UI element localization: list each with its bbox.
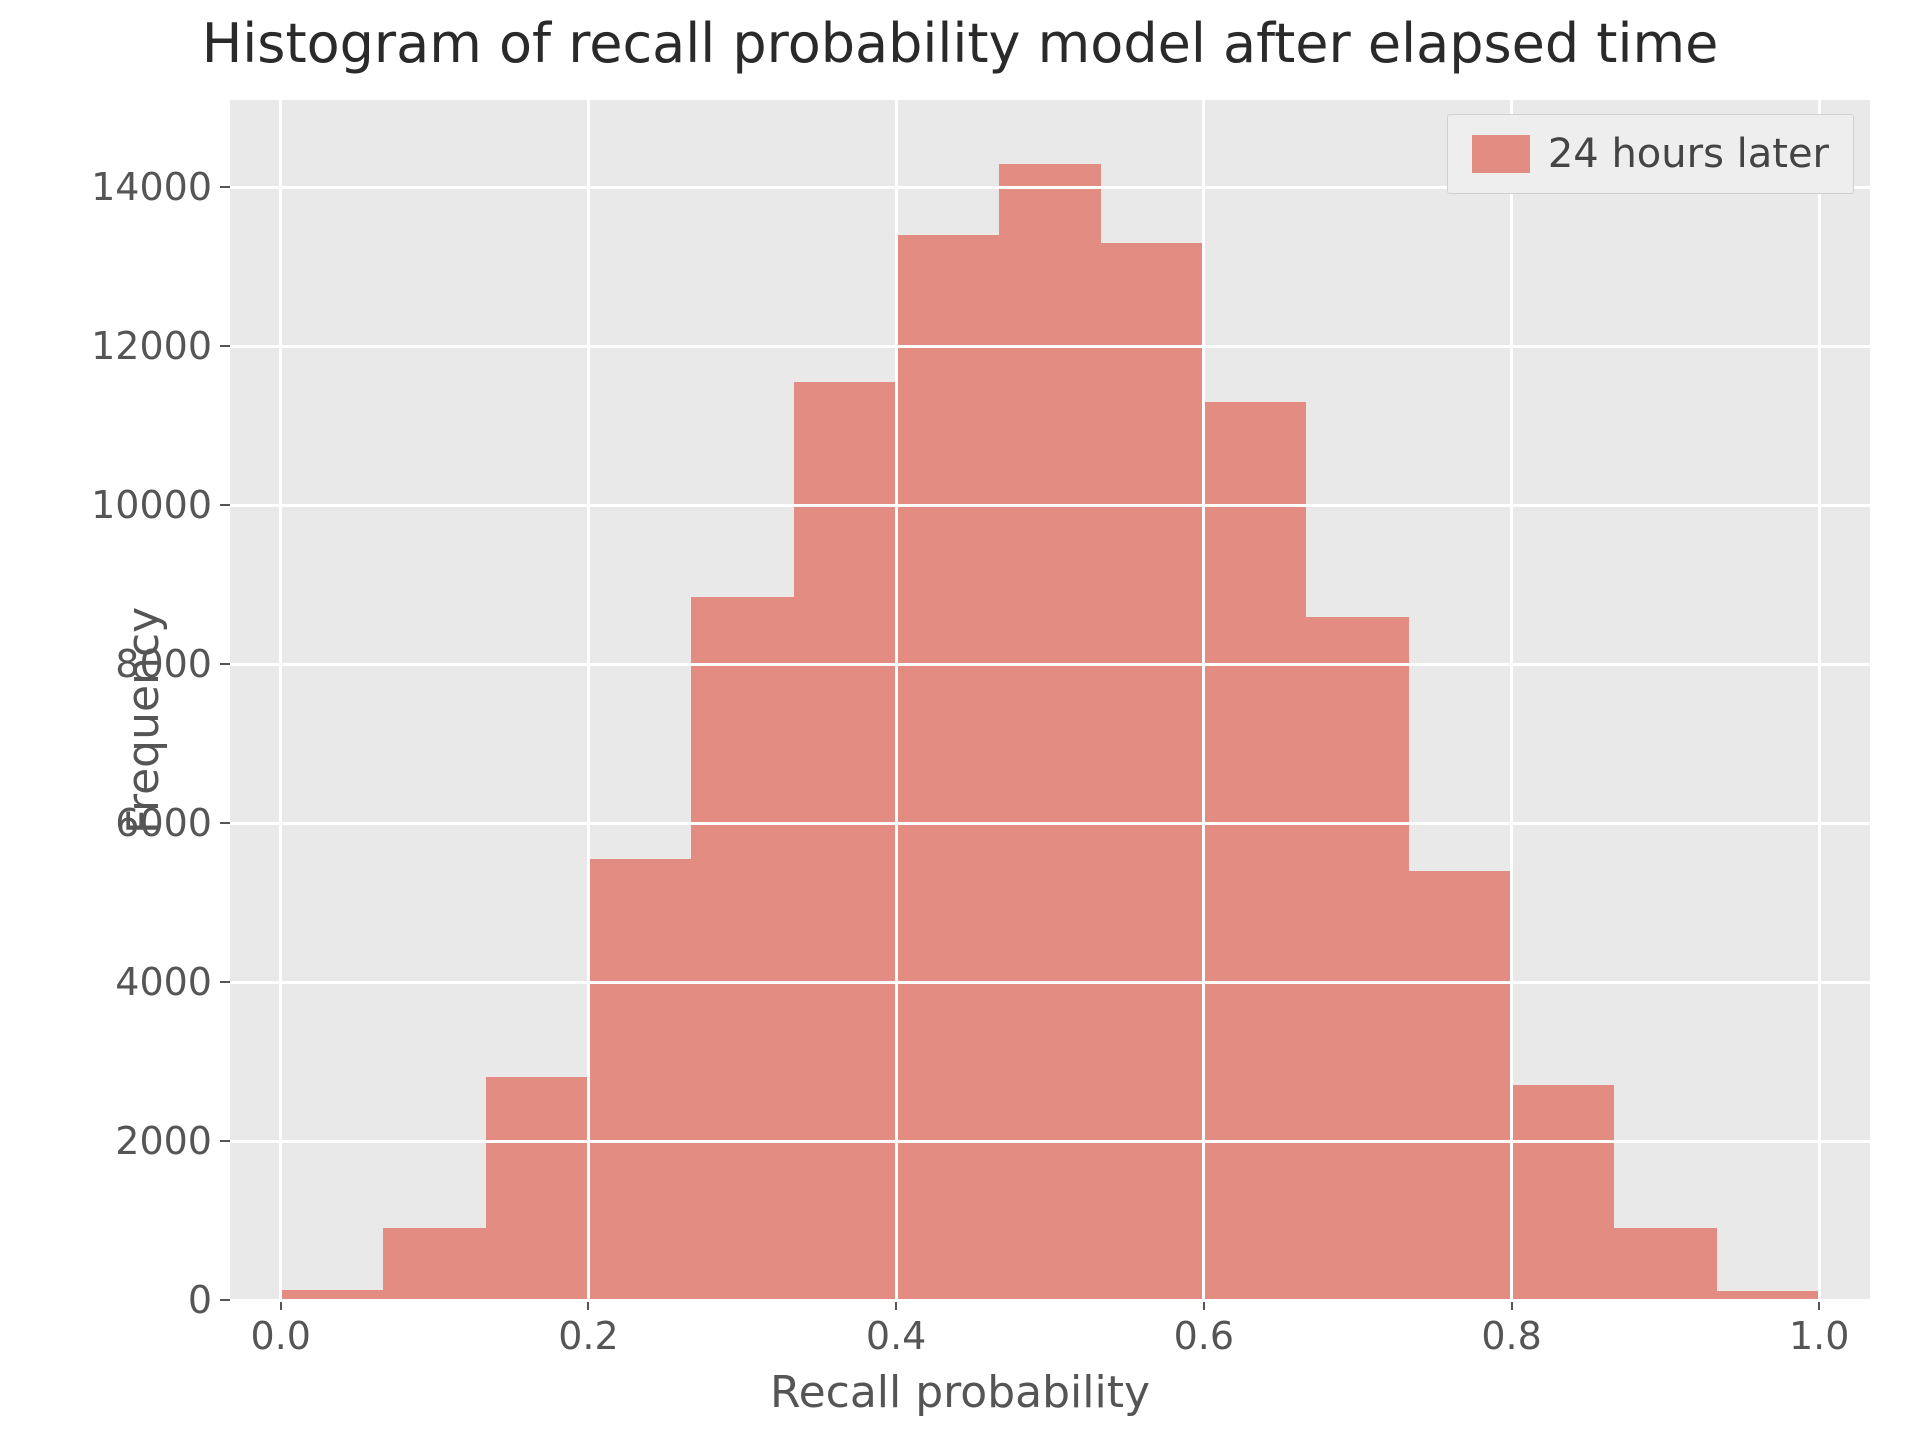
histogram-bar [1204,402,1307,1300]
gridline-vertical [1818,100,1821,1300]
y-tick-mark [220,1140,230,1142]
x-tick-label: 0.4 [866,1314,926,1358]
y-tick-label: 6000 [115,801,212,845]
histogram-bar [588,859,691,1300]
histogram-bar [999,164,1101,1300]
figure: Histogram of recall probability model af… [0,0,1920,1440]
legend-swatch [1472,135,1530,173]
x-tick-mark [1511,1300,1513,1310]
gridline-horizontal [230,822,1870,825]
x-tick-label: 0.8 [1481,1314,1541,1358]
y-tick-label: 10000 [91,483,212,527]
y-tick-label: 2000 [115,1119,212,1163]
y-tick-label: 8000 [115,642,212,686]
gridline-vertical [1202,100,1205,1300]
y-tick-mark [220,186,230,188]
y-tick-label: 14000 [91,165,212,209]
x-tick-label: 1.0 [1789,1314,1849,1358]
x-tick-mark [280,1300,282,1310]
x-tick-label: 0.2 [558,1314,618,1358]
histogram-bars [230,100,1870,1300]
x-tick-mark [1818,1300,1820,1310]
gridline-vertical [587,100,590,1300]
y-tick-mark [220,345,230,347]
y-tick-label: 4000 [115,960,212,1004]
histogram-bar [691,597,793,1300]
histogram-bar [1614,1228,1716,1300]
gridline-vertical [895,100,898,1300]
y-tick-label: 12000 [91,324,212,368]
x-tick-mark [895,1300,897,1310]
y-tick-mark [220,981,230,983]
x-axis-label: Recall probability [0,1367,1920,1418]
x-tick-mark [587,1300,589,1310]
y-tick-mark [220,663,230,665]
histogram-bar [1409,871,1512,1300]
x-tick-label: 0.0 [251,1314,311,1358]
legend-label: 24 hours later [1548,131,1829,177]
gridline-horizontal [230,345,1870,348]
y-tick-mark [220,504,230,506]
y-axis-label: Frequency [30,0,257,1440]
y-tick-mark [220,1299,230,1301]
histogram-bar [794,382,897,1300]
plot-area: 0.00.20.40.60.81.00200040006000800010000… [230,100,1870,1300]
histogram-bar [486,1077,589,1300]
y-tick-label: 0 [188,1278,212,1322]
gridline-vertical [279,100,282,1300]
histogram-bar [383,1228,485,1300]
gridline-horizontal [230,504,1870,507]
gridline-horizontal [230,663,1870,666]
y-tick-mark [220,822,230,824]
gridline-horizontal [230,1299,1870,1302]
x-tick-mark [1203,1300,1205,1310]
histogram-bar [1512,1085,1615,1300]
histogram-bar [1306,617,1408,1300]
gridline-horizontal [230,1140,1870,1143]
x-tick-label: 0.6 [1174,1314,1234,1358]
legend: 24 hours later [1447,114,1854,194]
chart-title: Histogram of recall probability model af… [0,12,1920,75]
gridline-vertical [1510,100,1513,1300]
gridline-horizontal [230,981,1870,984]
